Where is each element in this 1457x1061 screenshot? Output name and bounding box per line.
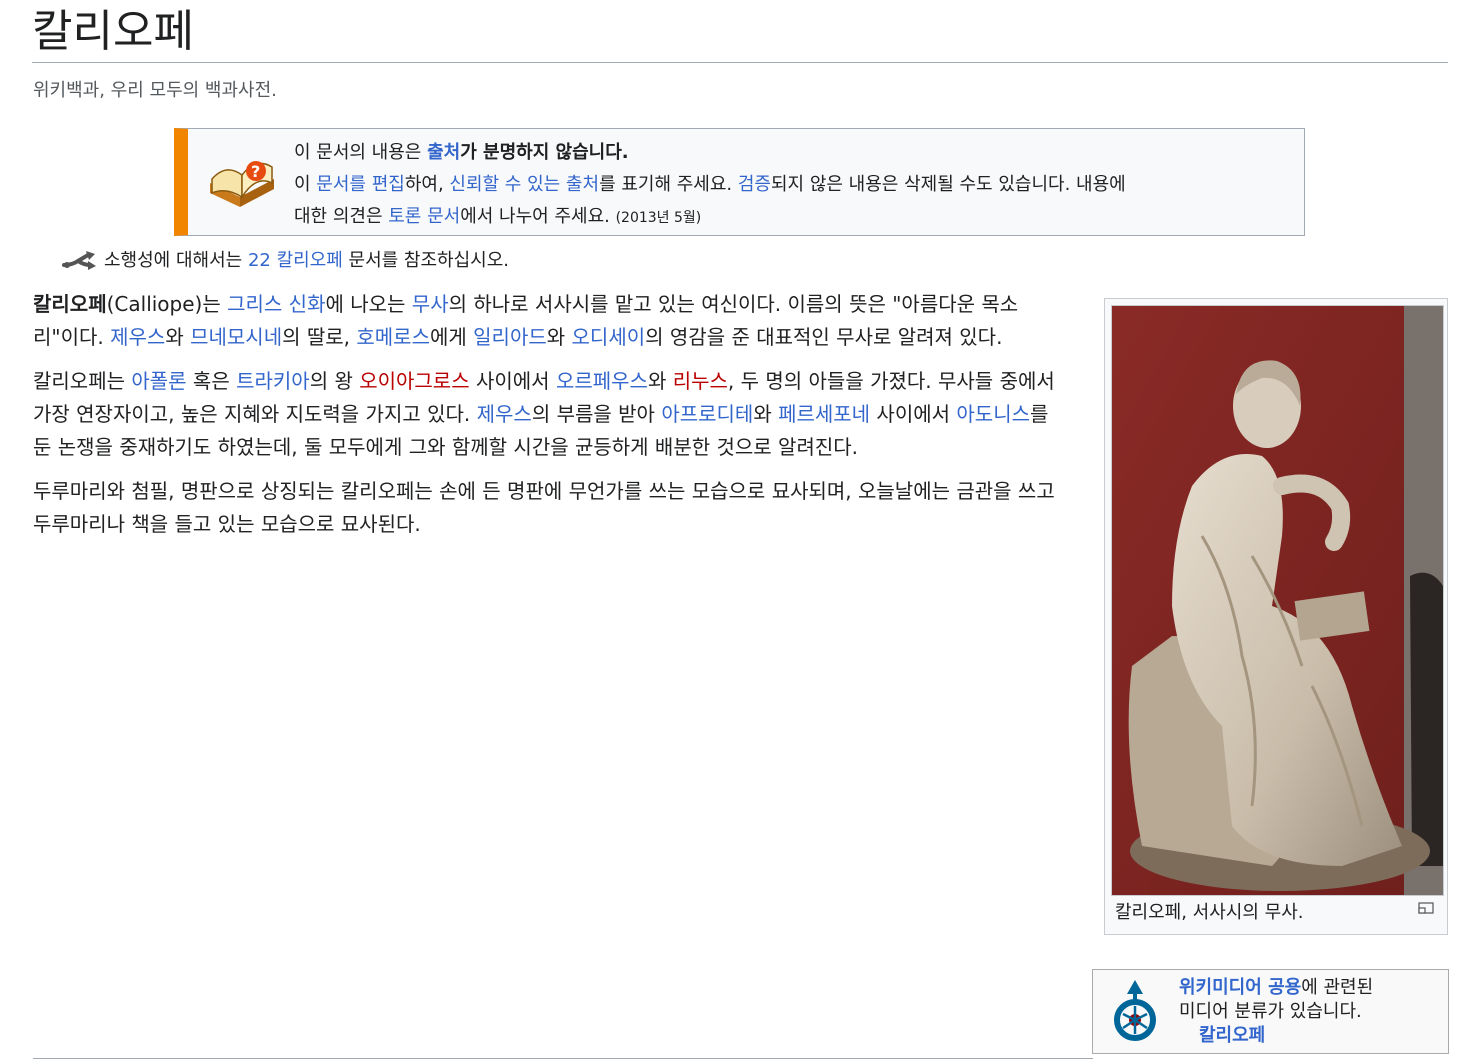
link-thrace[interactable]: 트라키아: [236, 369, 310, 393]
hatnote-text: 문서를 참조하십시오.: [342, 250, 510, 271]
text: 의 영감을 준 대표적인 무사로 알려져 있다.: [645, 325, 1003, 349]
text: (Calliope)는: [106, 292, 228, 316]
page-title: 칼리오페: [32, 4, 1448, 63]
link-aphrodite[interactable]: 아프로디테: [661, 402, 753, 426]
paragraph-intro: 칼리오페(Calliope)는 그리스 신화에 나오는 무사의 하나로 서사시를…: [33, 288, 1063, 354]
thumbnail-caption: 칼리오페, 서사시의 무사.: [1115, 902, 1304, 923]
notice-text: 를 표기해 주세요.: [599, 174, 738, 195]
link-orpheus[interactable]: 오르페우스: [556, 369, 648, 393]
text: 와: [165, 325, 191, 349]
magnify-icon[interactable]: [1418, 902, 1434, 914]
notice-text: 되지 않은 내용은 삭제될 수도 있습니다. 내용에: [771, 174, 1126, 195]
svg-text:?: ?: [251, 162, 260, 181]
commons-logo-icon: [1114, 980, 1156, 1041]
link-mnemosyne[interactable]: 므네모시네: [190, 325, 282, 349]
link-zeus[interactable]: 제우스: [110, 325, 165, 349]
text: 와: [647, 369, 673, 393]
text: 사이에서: [870, 402, 957, 426]
redlink-oeagrus[interactable]: 오이아그로스: [359, 369, 469, 393]
text: 칼리오페는: [33, 369, 132, 393]
thumbnail-figure: [1104, 298, 1448, 935]
link-edit-document[interactable]: 문서를 편집: [316, 174, 405, 195]
link-commons-category[interactable]: 칼리오페: [1179, 1024, 1373, 1048]
notice-text: 이 문서의 내용은: [294, 142, 428, 163]
link-verification[interactable]: 검증: [738, 174, 771, 195]
site-subtitle: 위키백과, 우리 모두의 백과사전.: [33, 80, 277, 101]
notice-date: (2013년 5월): [615, 210, 702, 226]
link-apollo[interactable]: 아폴론: [131, 369, 186, 393]
notice-text: 대한 의견은: [294, 206, 389, 227]
paragraph-depiction: 두루마리와 첨필, 명판으로 상징되는 칼리오페는 손에 든 명판에 무언가를 …: [33, 479, 1055, 536]
commons-box: 위키미디어 공용에 관련된 미디어 분류가 있습니다. 칼리오페: [1092, 969, 1449, 1054]
text: 와: [753, 402, 779, 426]
term-bold: 칼리오페: [33, 292, 107, 316]
hatnote-text: 소행성에 대해서는: [104, 250, 248, 271]
divider: [33, 1058, 1093, 1059]
text: 에 나오는: [325, 292, 412, 316]
commons-text: 에 관련된: [1301, 977, 1374, 998]
link-asteroid[interactable]: 22 칼리오페: [248, 250, 343, 271]
book-question-icon: ?: [210, 161, 274, 207]
link-persephone[interactable]: 페르세포네: [778, 402, 870, 426]
link-adonis[interactable]: 아도니스: [956, 402, 1030, 426]
redlink-linus[interactable]: 리누스: [673, 369, 728, 393]
link-talk-page[interactable]: 토론 문서: [388, 206, 460, 227]
disambiguation-icon: [62, 251, 96, 270]
text: 사이에서: [469, 369, 556, 393]
statue-image[interactable]: [1111, 305, 1444, 896]
text: 의 부름을 받아: [531, 402, 662, 426]
text: 의 딸로,: [282, 325, 357, 349]
link-iliad[interactable]: 일리아드: [473, 325, 547, 349]
text: 에게: [429, 325, 474, 349]
link-muse[interactable]: 무사: [412, 292, 449, 316]
link-homer[interactable]: 호메로스: [356, 325, 430, 349]
link-wikimedia-commons[interactable]: 위키미디어 공용: [1179, 977, 1301, 998]
link-source[interactable]: 출처: [427, 142, 460, 163]
notice-text: 이: [294, 174, 317, 195]
link-odyssey[interactable]: 오디세이: [572, 325, 646, 349]
text: 혹은: [186, 369, 237, 393]
text: 와: [546, 325, 572, 349]
notice-text: 에서 나누어 주세요.: [460, 206, 616, 227]
text: 의 왕: [309, 369, 360, 393]
notice-box-unsourced: ? 이 문서의 내용은 출처가 분명하지 않습니다. 이 문서를 편집하여, 신…: [174, 128, 1305, 236]
commons-text: 미디어 분류가 있습니다.: [1179, 1001, 1362, 1022]
link-zeus-2[interactable]: 제우스: [477, 402, 532, 426]
article-body: 칼리오페(Calliope)는 그리스 신화에 나오는 무사의 하나로 서사시를…: [33, 288, 1063, 552]
link-greek-mythology[interactable]: 그리스 신화: [227, 292, 325, 316]
notice-text: 하여,: [404, 174, 450, 195]
notice-text-bold: 가 분명하지 않습니다.: [460, 142, 629, 163]
paragraph-family: 칼리오페는 아폴론 혹은 트라키아의 왕 오이아그로스 사이에서 오르페우스와 …: [33, 365, 1063, 464]
link-reliable-sources[interactable]: 신뢰할 수 있는 출처: [449, 174, 599, 195]
hatnote: 소행성에 대해서는 22 칼리오페 문서를 참조하십시오.: [62, 246, 509, 276]
